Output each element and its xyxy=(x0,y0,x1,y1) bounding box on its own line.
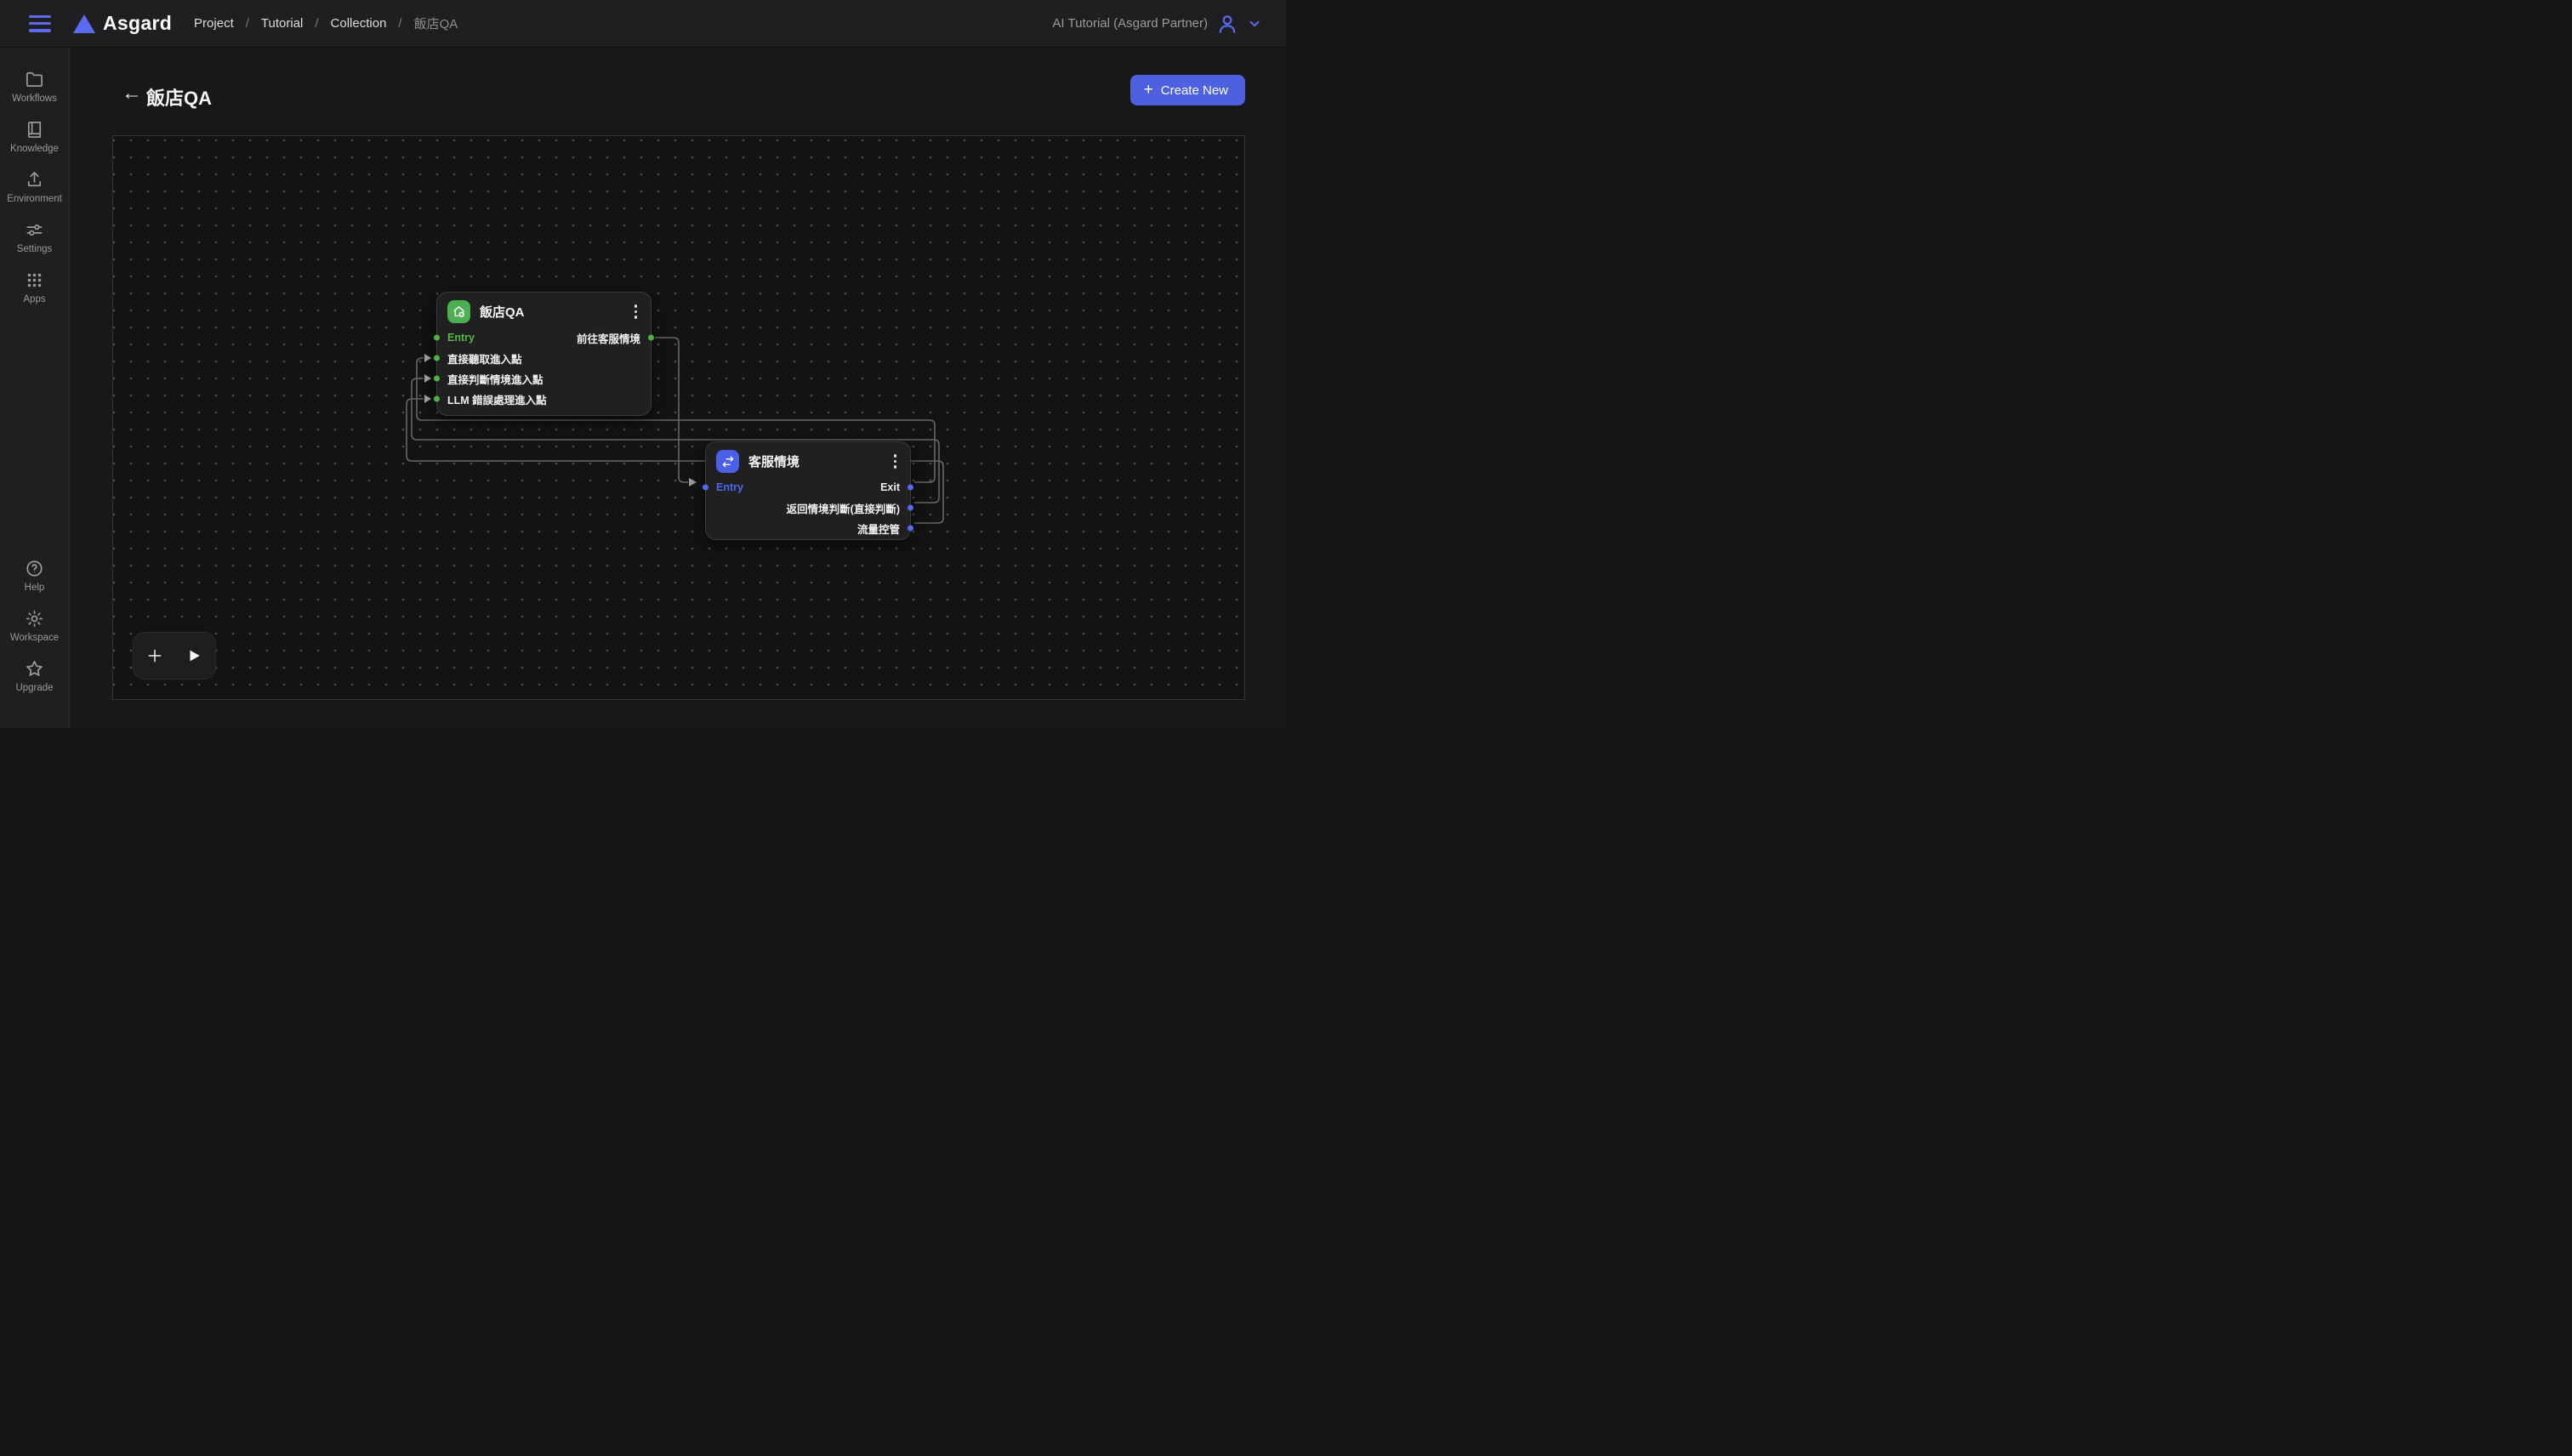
port-label-flow-control: 流量控管 xyxy=(857,520,900,537)
port-label-goto-cs: 前往客服情境 xyxy=(577,330,640,346)
port-dot-llm-error[interactable] xyxy=(434,396,440,402)
sidebar-item-label: Workflows xyxy=(12,94,57,104)
sidebar-item-settings[interactable]: Settings xyxy=(0,220,69,254)
grid-icon xyxy=(25,270,44,290)
sidebar-item-upgrade[interactable]: Upgrade xyxy=(0,659,69,693)
sidebar-item-help[interactable]: Help xyxy=(0,559,69,593)
upload-icon xyxy=(25,170,44,190)
help-circle-icon xyxy=(25,559,44,578)
port-dot-entry[interactable] xyxy=(703,485,708,491)
account-label: AI Tutorial (Asgard Partner) xyxy=(1052,16,1208,31)
breadcrumb-tutorial[interactable]: Tutorial xyxy=(261,16,303,31)
app-logo[interactable]: Asgard xyxy=(73,12,172,35)
transfer-arrows-icon xyxy=(716,450,739,473)
kebab-menu-icon[interactable] xyxy=(631,302,641,321)
breadcrumb-separator: / xyxy=(315,16,318,31)
port-dot-direct-judge[interactable] xyxy=(434,376,440,382)
port-label-entry: Entry xyxy=(447,332,475,344)
book-icon xyxy=(25,120,44,139)
main-content: ← 飯店QA + Create New xyxy=(70,48,1286,728)
star-icon xyxy=(25,659,44,679)
breadcrumb-project[interactable]: Project xyxy=(194,16,234,31)
node-title: 飯店QA xyxy=(480,303,622,321)
port-dot-return-judge[interactable] xyxy=(908,505,913,511)
port-row: Entry Exit xyxy=(706,477,910,498)
sidebar-item-environment[interactable]: Environment xyxy=(0,170,69,204)
add-node-button[interactable] xyxy=(145,646,165,666)
workflow-edges xyxy=(113,136,1246,701)
folder-icon xyxy=(25,70,44,89)
sidebar-item-apps[interactable]: Apps xyxy=(0,270,69,304)
run-button[interactable] xyxy=(184,646,204,666)
sidebar-item-workspace[interactable]: Workspace xyxy=(0,609,69,643)
app-header: Asgard Project / Tutorial / Collection /… xyxy=(0,0,1286,48)
breadcrumb-current: 飯店QA xyxy=(414,14,458,32)
port-dot-goto-cs[interactable] xyxy=(648,335,654,341)
sidebar: Workflows Knowledge Environment Settings xyxy=(0,48,70,728)
breadcrumb: Project / Tutorial / Collection / 飯店QA xyxy=(194,14,458,32)
breadcrumb-collection[interactable]: Collection xyxy=(331,16,387,31)
gear-icon xyxy=(25,609,44,628)
breadcrumb-separator: / xyxy=(398,16,401,31)
port-label-return-judge: 返回情境判斷(直接判斷) xyxy=(787,500,900,516)
port-label-exit: Exit xyxy=(880,481,900,493)
kebab-menu-icon[interactable] xyxy=(891,452,901,471)
port-dot-direct-listen[interactable] xyxy=(434,355,440,361)
port-label-direct-listen: 直接聽取進入點 xyxy=(447,350,522,367)
sliders-icon xyxy=(25,220,44,240)
sidebar-item-label: Workspace xyxy=(10,633,59,643)
port-row: 流量控管 xyxy=(706,518,910,538)
logo-text: Asgard xyxy=(103,12,172,35)
port-label-entry: Entry xyxy=(716,481,743,493)
hamburger-menu-icon[interactable] xyxy=(29,15,51,32)
sidebar-item-label: Settings xyxy=(17,244,53,254)
edge-arrowhead-icon xyxy=(424,374,431,383)
port-dot-entry[interactable] xyxy=(434,335,440,341)
port-label-direct-judge: 直接判斷情境進入點 xyxy=(447,371,543,387)
canvas-controls xyxy=(133,632,216,680)
workflow-canvas[interactable]: 飯店QA Entry 前往客服情境 直接聽取進入點 xyxy=(112,135,1245,700)
node-title: 客服情境 xyxy=(748,452,881,470)
edge-arrowhead-icon xyxy=(424,395,431,403)
workflow-node-cs-scenario[interactable]: 客服情境 Entry Exit 返回情境判斷(直接判斷) 流量控管 xyxy=(705,441,911,540)
sidebar-item-knowledge[interactable]: Knowledge xyxy=(0,120,69,154)
create-new-label: Create New xyxy=(1161,83,1228,98)
sidebar-item-label: Apps xyxy=(23,294,45,304)
breadcrumb-separator: / xyxy=(246,16,249,31)
page-title: 飯店QA xyxy=(146,83,212,111)
port-row: 直接判斷情境進入點 xyxy=(437,368,651,389)
port-row: LLM 錯誤處理進入點 xyxy=(437,389,651,409)
port-row: 直接聽取進入點 xyxy=(437,348,651,368)
plus-icon: + xyxy=(1144,82,1153,98)
port-dot-flow-control[interactable] xyxy=(908,526,913,532)
house-plus-icon xyxy=(447,300,470,323)
sidebar-item-workflows[interactable]: Workflows xyxy=(0,70,69,104)
workflow-node-hotel-qa[interactable]: 飯店QA Entry 前往客服情境 直接聽取進入點 xyxy=(436,292,652,416)
port-row: 返回情境判斷(直接判斷) xyxy=(706,498,910,518)
sidebar-item-label: Help xyxy=(25,583,45,593)
back-arrow-button[interactable]: ← xyxy=(119,82,145,107)
sidebar-item-label: Knowledge xyxy=(10,144,59,154)
port-label-llm-error: LLM 錯誤處理進入點 xyxy=(447,391,547,407)
port-dot-exit[interactable] xyxy=(908,485,913,491)
create-new-button[interactable]: + Create New xyxy=(1130,75,1245,105)
user-icon[interactable] xyxy=(1216,13,1238,35)
triangle-logo-icon xyxy=(73,14,95,33)
edge-arrowhead-icon xyxy=(424,354,431,362)
sidebar-item-label: Upgrade xyxy=(15,683,53,693)
port-row: Entry 前往客服情境 xyxy=(437,327,651,348)
chevron-down-icon[interactable] xyxy=(1247,16,1262,31)
sidebar-item-label: Environment xyxy=(7,194,62,204)
page-toolbar: ← 飯店QA + Create New xyxy=(70,48,1286,135)
